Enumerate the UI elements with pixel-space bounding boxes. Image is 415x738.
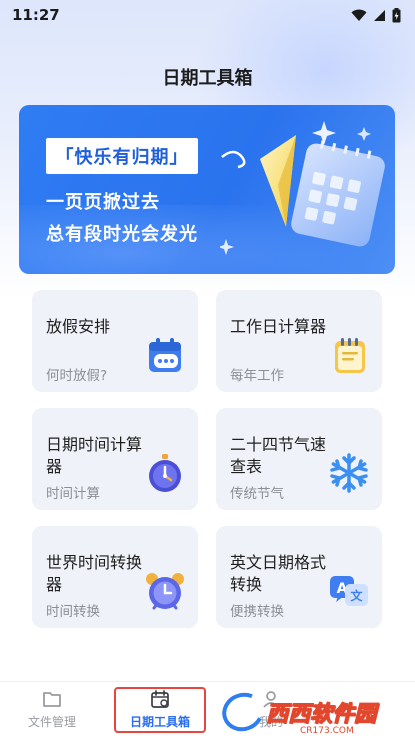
- tool-card-title: 二十四节气速查表: [230, 435, 327, 476]
- tool-card-subtitle: 便携转换: [230, 604, 284, 620]
- nav-label: 文件管理: [27, 715, 76, 729]
- status-icons: [351, 7, 401, 23]
- watermark-subtext: CR173.COM: [300, 726, 354, 736]
- translate-icon: A 文: [330, 576, 368, 606]
- tool-card-workday[interactable]: 工作日计算器 每年工作: [216, 290, 382, 392]
- tool-card-world-time[interactable]: 世界时间转换器 时间转换: [32, 526, 198, 628]
- tool-card-subtitle: 时间转换: [46, 604, 100, 620]
- tool-card-title: 英文日期格式转换: [230, 553, 327, 594]
- snowflake-icon: [330, 453, 368, 493]
- tool-card-title: 工作日计算器: [230, 317, 327, 336]
- battery-icon: [392, 7, 401, 22]
- signal-icon: [374, 9, 385, 21]
- tool-card-title: 日期时间计算器: [46, 435, 143, 476]
- svg-text:文: 文: [350, 588, 363, 603]
- tool-card-english-date[interactable]: 英文日期格式转换 便携转换 A 文: [216, 526, 382, 628]
- tool-card-subtitle: 每年工作: [230, 368, 284, 384]
- tools-grid: 放假安排 何时放假? 工作日计算器 每年工作 日期时间计算器 时间计算 二十四节…: [32, 290, 382, 635]
- tool-card-solar-terms[interactable]: 二十四节气速查表 传统节气: [216, 408, 382, 510]
- banner-tag: 「快乐有归期」: [46, 138, 198, 174]
- active-tab-highlight: [114, 687, 206, 733]
- tool-card-title: 世界时间转换器: [46, 553, 143, 594]
- page-title: 日期工具箱: [162, 68, 253, 89]
- banner-calendar-illustration: [220, 121, 385, 255]
- stopwatch-icon: [149, 454, 181, 492]
- nav-item-file-manager[interactable]: 文件管理: [7, 688, 97, 736]
- alarm-clock-icon: [146, 573, 184, 610]
- watermark-logo: [216, 686, 270, 738]
- tool-card-subtitle: 传统节气: [230, 486, 284, 502]
- banner-line-2: 总有段时光会发光: [46, 224, 198, 245]
- notepad-icon: [335, 338, 365, 373]
- tool-card-subtitle: 时间计算: [46, 486, 100, 502]
- status-bar: 11:27: [0, 0, 415, 30]
- tool-card-holiday[interactable]: 放假安排 何时放假?: [32, 290, 198, 392]
- tool-card-date-calculator[interactable]: 日期时间计算器 时间计算: [32, 408, 198, 510]
- tool-card-title: 放假安排: [46, 317, 111, 336]
- status-time: 11:27: [12, 6, 60, 24]
- watermark-text: 西西软件园: [265, 702, 377, 728]
- calendar-chat-icon: [149, 338, 181, 372]
- folder-icon: [43, 692, 61, 707]
- tool-card-subtitle: 何时放假?: [46, 368, 108, 384]
- wifi-icon: [351, 9, 367, 21]
- banner-line-1: 一页页掀过去: [46, 192, 160, 213]
